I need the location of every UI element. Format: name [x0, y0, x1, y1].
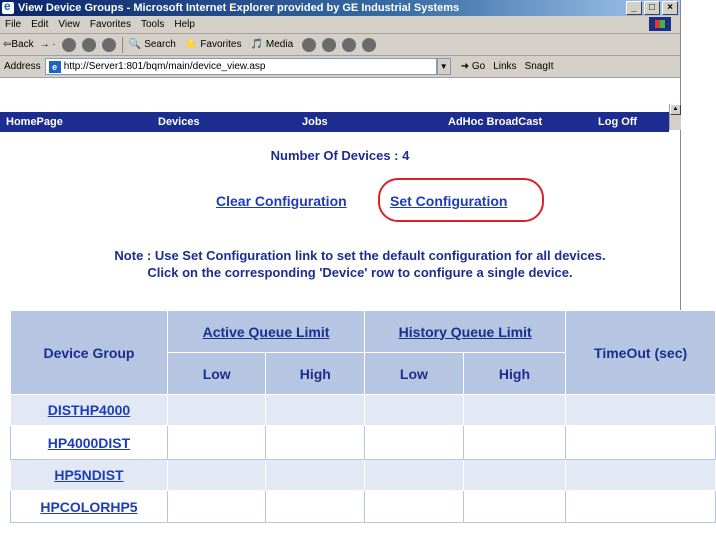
- nav-devices[interactable]: Devices: [158, 116, 200, 128]
- device-group-table: Device Group Active Queue Limit History …: [10, 310, 716, 523]
- print-icon[interactable]: [342, 37, 357, 52]
- nav-jobs[interactable]: Jobs: [302, 116, 328, 128]
- note-line-2: Click on the corresponding 'Device' row …: [147, 265, 573, 280]
- go-button[interactable]: ➜ Go: [461, 61, 486, 72]
- address-input[interactable]: e http://Server1:801/bqm/main/device_vie…: [44, 58, 437, 75]
- header-history-low: Low: [364, 352, 464, 395]
- device-link[interactable]: HP4000DIST: [48, 435, 130, 451]
- device-group-cell[interactable]: HPCOLORHP5: [10, 490, 168, 523]
- history-icon[interactable]: [302, 37, 317, 52]
- address-label: Address: [4, 61, 41, 72]
- device-group-cell[interactable]: HP4000DIST: [10, 425, 168, 460]
- favorites-label: Favorites: [200, 39, 242, 50]
- clear-configuration-link[interactable]: Clear Configuration: [216, 193, 347, 209]
- close-button[interactable]: ×: [662, 1, 678, 15]
- media-label: Media: [265, 39, 294, 50]
- menu-favorites[interactable]: Favorites: [90, 19, 131, 30]
- device-link[interactable]: DISTHP4000: [48, 402, 130, 418]
- note-line-1: Note : Use Set Configuration link to set…: [114, 248, 606, 263]
- menu-tools[interactable]: Tools: [141, 19, 164, 30]
- timeout-cell: [565, 394, 716, 426]
- address-dropdown-icon[interactable]: ▼: [436, 58, 451, 75]
- device-group-cell[interactable]: DISTHP4000: [10, 394, 168, 426]
- active-low-cell: [166, 459, 267, 491]
- highlight-ring: [378, 178, 544, 222]
- scrollbar[interactable]: ▲: [669, 104, 681, 130]
- table-row[interactable]: DISTHP4000: [10, 394, 716, 426]
- maximize-button[interactable]: □: [644, 1, 660, 15]
- mail-icon[interactable]: [322, 37, 337, 52]
- forward-arrow-icon[interactable]: → ·: [40, 39, 56, 50]
- address-url: http://Server1:801/bqm/main/device_view.…: [63, 61, 266, 72]
- stop-icon[interactable]: [61, 37, 76, 52]
- history-low-cell: [364, 425, 464, 460]
- search-label: Search: [144, 39, 176, 50]
- timeout-cell: [565, 490, 716, 523]
- menu-view[interactable]: View: [58, 19, 80, 30]
- toolbar: ⇦Back → · 🔍 Search ⭐ Favorites 🎵 Media: [0, 34, 680, 56]
- site-nav: HomePage Devices Jobs AdHoc BroadCast Lo…: [0, 112, 669, 132]
- snagit-button[interactable]: SnagIt: [525, 61, 554, 72]
- header-active-low: Low: [166, 352, 267, 395]
- active-low-cell: [166, 394, 267, 426]
- refresh-icon[interactable]: [81, 37, 96, 52]
- active-low-cell: [166, 425, 267, 460]
- window-title: View Device Groups - Microsoft Internet …: [18, 2, 460, 14]
- nav-log-off[interactable]: Log Off: [598, 116, 637, 128]
- favorites-button[interactable]: ⭐ Favorites: [185, 39, 245, 50]
- header-active-queue-limit[interactable]: Active Queue Limit: [166, 310, 366, 353]
- history-low-cell: [364, 394, 464, 426]
- device-count: Number Of Devices : 4: [270, 148, 410, 163]
- active-high-cell: [265, 459, 366, 491]
- history-high-cell: [462, 490, 567, 523]
- table-row[interactable]: HP5NDIST: [10, 459, 716, 491]
- header-device-group: Device Group: [10, 310, 168, 395]
- nav-homepage[interactable]: HomePage: [6, 116, 63, 128]
- active-high-cell: [265, 394, 366, 426]
- go-label: Go: [471, 61, 486, 72]
- timeout-cell: [565, 459, 716, 491]
- address-bar: Address e http://Server1:801/bqm/main/de…: [0, 56, 680, 78]
- search-button[interactable]: 🔍 Search: [129, 39, 179, 50]
- table-row[interactable]: HPCOLORHP5: [10, 490, 716, 523]
- page-icon: e: [48, 60, 61, 73]
- device-link[interactable]: HP5NDIST: [54, 467, 123, 483]
- home-icon[interactable]: [101, 37, 116, 52]
- header-history-high: High: [462, 352, 567, 395]
- device-link[interactable]: HPCOLORHP5: [40, 499, 137, 515]
- table-row[interactable]: HP4000DIST: [10, 425, 716, 460]
- minimize-button[interactable]: _: [626, 1, 642, 15]
- header-active-high: High: [265, 352, 366, 395]
- ie-icon: [2, 0, 14, 14]
- active-low-cell: [166, 490, 267, 523]
- history-low-cell: [364, 459, 464, 491]
- menu-file[interactable]: File: [5, 19, 21, 30]
- window-titlebar: View Device Groups - Microsoft Internet …: [0, 0, 680, 16]
- history-low-cell: [364, 490, 464, 523]
- windows-logo-icon: [649, 17, 671, 31]
- active-high-cell: [265, 490, 366, 523]
- timeout-cell: [565, 425, 716, 460]
- menu-edit[interactable]: Edit: [31, 19, 48, 30]
- scroll-up-icon[interactable]: ▲: [670, 104, 681, 115]
- menu-bar: File Edit View Favorites Tools Help: [0, 16, 680, 34]
- device-group-cell[interactable]: HP5NDIST: [10, 459, 168, 491]
- history-high-cell: [462, 394, 567, 426]
- history-high-cell: [462, 425, 567, 460]
- nav-adhoc-broadcast[interactable]: AdHoc BroadCast: [448, 116, 542, 128]
- links-button[interactable]: Links: [493, 61, 516, 72]
- header-timeout: TimeOut (sec): [565, 310, 716, 395]
- history-high-cell: [462, 459, 567, 491]
- header-history-queue-limit[interactable]: History Queue Limit: [364, 310, 567, 353]
- media-button[interactable]: 🎵 Media: [250, 39, 296, 50]
- active-high-cell: [265, 425, 366, 460]
- edit-icon[interactable]: [362, 37, 377, 52]
- menu-help[interactable]: Help: [174, 19, 195, 30]
- back-button[interactable]: ⇦Back: [3, 39, 34, 50]
- toolbar-separator: [121, 36, 123, 53]
